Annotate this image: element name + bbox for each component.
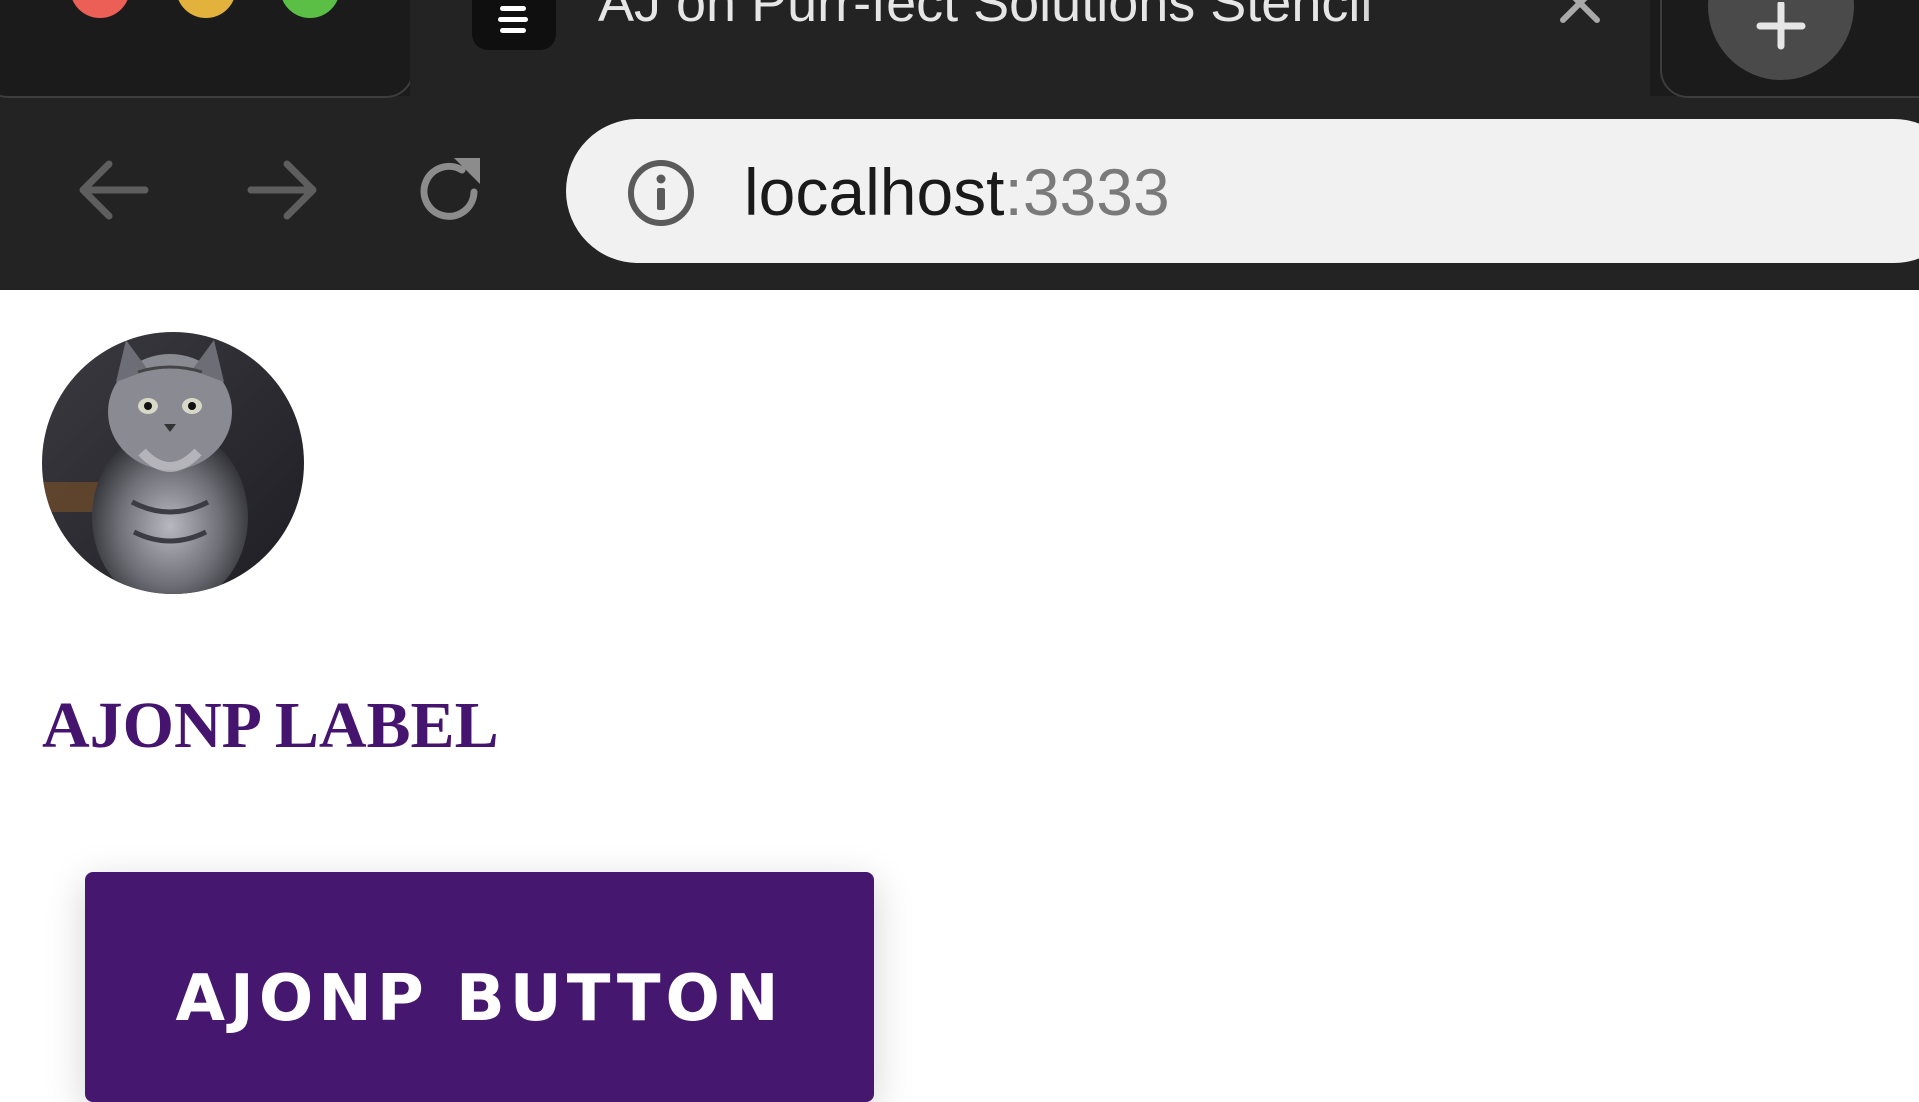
- reload-icon: [420, 158, 480, 220]
- url-port: :3333: [1004, 155, 1170, 229]
- url-host: localhost: [744, 155, 1005, 229]
- ajonp-label: AJONP LABEL: [42, 689, 499, 762]
- plus-icon: [1756, 2, 1806, 50]
- url-text[interactable]: localhost:3333: [744, 152, 1170, 232]
- forward-button[interactable]: [243, 152, 323, 232]
- back-button[interactable]: [75, 152, 155, 232]
- info-icon[interactable]: [626, 158, 696, 228]
- arrow-left-icon: [79, 160, 149, 220]
- ajonp-button[interactable]: AJONP BUTTON: [85, 872, 874, 1102]
- close-icon[interactable]: [1555, 0, 1605, 36]
- stencil-favicon-icon: [472, 0, 556, 50]
- arrow-right-icon: [247, 160, 317, 220]
- avatar: [42, 332, 304, 594]
- reload-button[interactable]: [410, 152, 490, 232]
- tab-title[interactable]: AJ on Purr-fect Solutions Stencil: [598, 0, 1518, 34]
